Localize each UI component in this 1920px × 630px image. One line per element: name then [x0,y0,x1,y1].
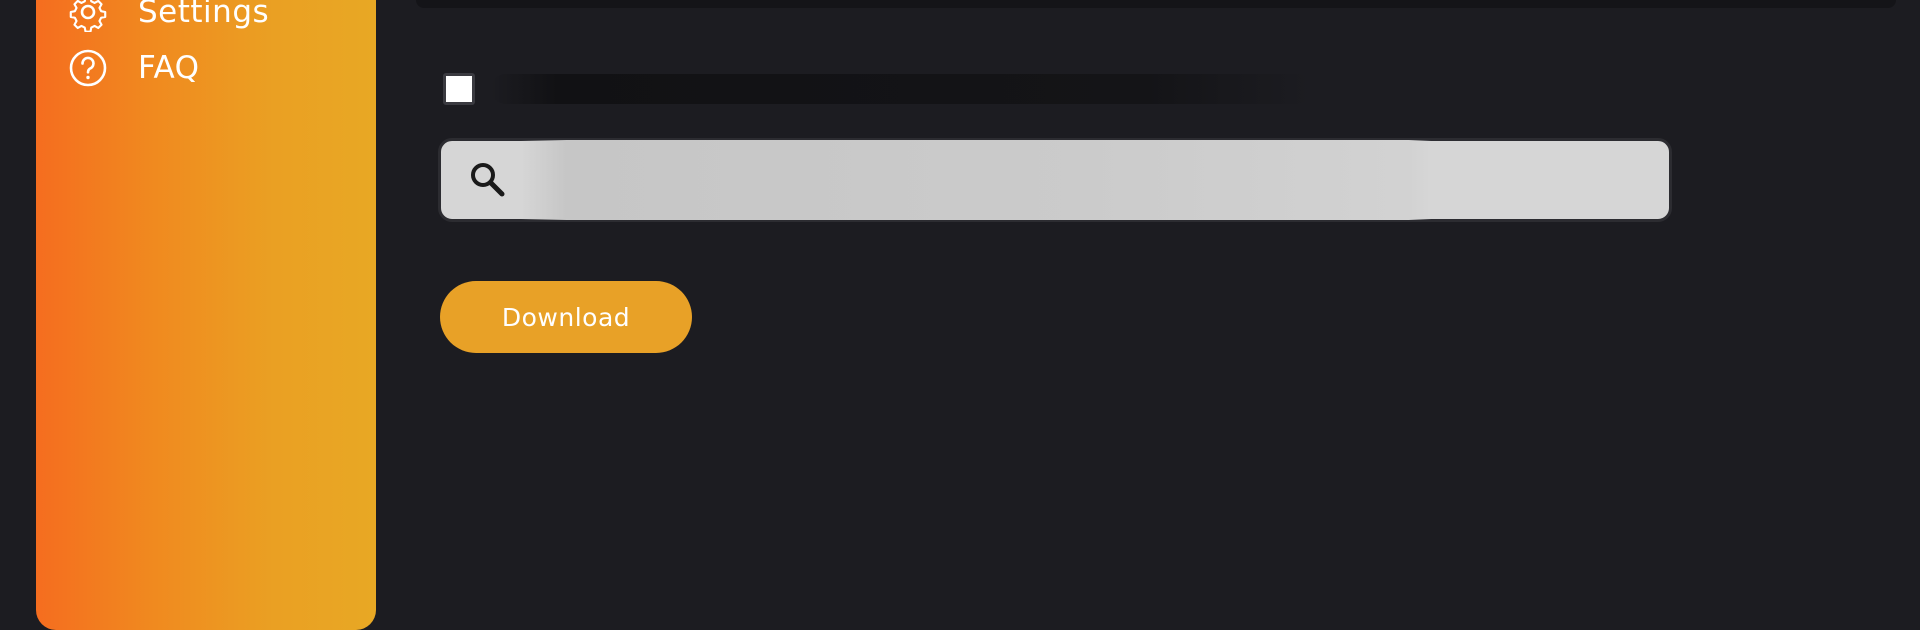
option-checkbox[interactable] [443,73,475,105]
sidebar-item-settings[interactable]: Settings [68,0,269,32]
search-icon[interactable] [463,155,513,205]
checkbox-label [491,74,1311,104]
download-button[interactable]: Download [440,281,692,353]
sidebar-item-label: Settings [138,0,270,30]
search-input[interactable] [521,140,1659,220]
sidebar: Settings FAQ [36,0,376,630]
top-panel-edge [416,0,1896,8]
sidebar-item-label: FAQ [138,50,200,86]
checkbox-row [443,70,1323,108]
search-box [438,138,1672,222]
sidebar-item-faq[interactable]: FAQ [68,48,200,88]
gear-icon [68,0,108,32]
question-circle-icon [68,48,108,88]
app-page: Settings FAQ Download [0,0,1920,630]
